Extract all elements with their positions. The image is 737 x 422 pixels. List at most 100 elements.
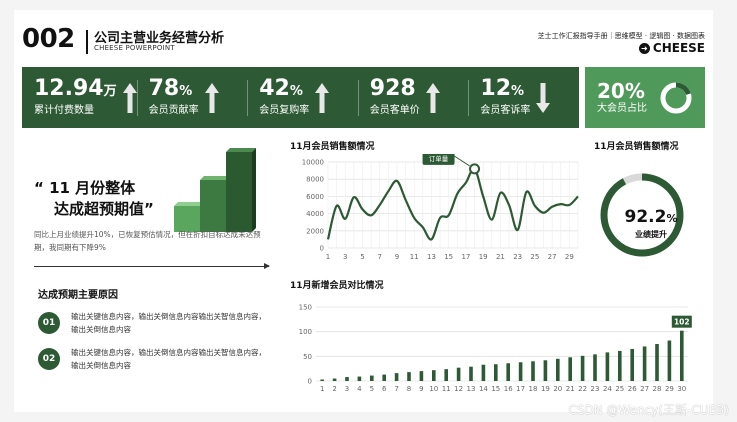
x-tick-label: 6 [382, 385, 387, 393]
kpi-value: 42 [259, 76, 290, 101]
page-subtitle: CHEESE POWERPOINT [94, 44, 175, 52]
data-label: 102 [674, 318, 690, 327]
bar [494, 364, 498, 381]
x-tick-label: 25 [530, 253, 539, 261]
kpi-value: 78 [148, 76, 180, 101]
bar [531, 361, 535, 381]
donut-value: 92.2 [624, 207, 667, 227]
header-right-text: 芝士工作汇报指导手册｜思维模型 · 逻辑图 · 数据图表 [537, 32, 705, 40]
arrow-right-icon [264, 263, 270, 269]
x-tick-label: 16 [504, 385, 513, 393]
bar [593, 354, 597, 381]
x-tick-label: 10 [429, 385, 438, 393]
watermark: CSDN @Wency(王斯-CUEB) [568, 403, 729, 417]
reason-number: 01 [38, 312, 60, 334]
y-tick-label: 2000 [306, 227, 324, 235]
y-tick-label: 150 [299, 304, 312, 312]
bar [320, 379, 324, 381]
header-divider [86, 30, 88, 54]
kpi-unit: 万 [103, 84, 117, 99]
arrow-up-icon [122, 82, 137, 113]
kpi-item: 42% 会员复购率 [247, 76, 358, 120]
x-tick-label: 17 [516, 385, 525, 393]
share-value: 20% [597, 78, 645, 103]
x-tick-label: 27 [548, 253, 557, 261]
kpi-label: 会员客单价 [369, 105, 420, 116]
bar [444, 369, 448, 381]
reasons-title: 达成预期主要原因 [38, 290, 118, 301]
x-tick-label: 13 [467, 385, 476, 393]
x-tick-label: 23 [513, 253, 522, 261]
x-tick-label: 20 [553, 385, 562, 393]
bar [332, 378, 337, 381]
x-tick-label: 5 [360, 253, 364, 261]
x-tick-label: 22 [578, 385, 587, 393]
bar-chart: 1501005001 2 3 4 5 6 7 8 9 10 11 12 13 14 15 16 17 18 19 20… [299, 304, 692, 393]
x-tick-label: 19 [541, 385, 550, 393]
bar [543, 360, 548, 381]
quote-description: 同比上月业绩提升10%，已恢复预估情况，但在折扣目标达成未达预期，我同期有下降9… [34, 230, 261, 252]
bar [680, 330, 684, 381]
bar [568, 357, 572, 381]
bar [667, 340, 672, 381]
growth-bars-illustration [174, 148, 256, 232]
share-ring-icon [660, 82, 692, 114]
bar [481, 364, 486, 381]
bar [580, 355, 585, 381]
x-tick-label: 26 [628, 385, 637, 393]
x-tick-label: 4 [357, 385, 362, 393]
peak-marker [469, 163, 481, 175]
arrow-up-icon [425, 82, 440, 113]
bar [605, 352, 610, 381]
bar [382, 374, 386, 381]
x-tick-label: 5 [370, 385, 374, 393]
bar [394, 373, 399, 381]
x-tick-label: 27 [640, 385, 649, 393]
donut-unit: % [666, 212, 678, 225]
x-tick-label: 12 [454, 385, 463, 393]
kpi-item: 78% 会员贡献率 [136, 76, 248, 120]
bar [345, 377, 349, 381]
y-tick-label: 50 [303, 353, 312, 361]
arrow-up-icon [204, 82, 219, 113]
share-box: 20% 大会员占比 [585, 67, 705, 128]
divider-arrow [34, 266, 269, 267]
donut-sublabel: 业绩提升 [635, 230, 667, 239]
kpi-item: 928 会员客单价 [357, 76, 469, 120]
brand-logo: ➜ CHEESE [638, 41, 705, 55]
line-chart: 10000800060004000200001 3 5 7 9 11 13 15 17 19 21 2… [302, 154, 579, 261]
x-tick-label: 11 [410, 253, 419, 261]
x-tick-label: 11 [442, 385, 451, 393]
y-tick-label: 8000 [306, 176, 324, 184]
x-tick-label: 7 [377, 253, 381, 261]
x-tick-label: 15 [491, 385, 500, 393]
bar-chart-title: 11月新增会员对比情况 [290, 281, 384, 291]
brand-name: CHEESE [652, 41, 705, 55]
x-tick-label: 14 [479, 385, 488, 393]
x-tick-label: 9 [395, 253, 399, 261]
reason-number: 02 [38, 348, 60, 370]
x-tick-label: 3 [345, 385, 349, 393]
x-tick-label: 29 [665, 385, 674, 393]
x-tick-label: 18 [529, 385, 538, 393]
share-label: 大会员占比 [597, 102, 647, 114]
x-tick-label: 19 [479, 253, 488, 261]
kpi-unit: % [179, 84, 193, 99]
x-tick-label: 30 [677, 385, 686, 393]
kpi-value: 928 [369, 76, 416, 101]
x-tick-label: 8 [407, 385, 411, 393]
kpi-label: 会员复购率 [259, 105, 310, 116]
y-tick-label: 0 [308, 378, 312, 386]
donut-title: 11月会员销售额情况 [594, 142, 679, 152]
donut-label: 92.2% 业绩提升 [617, 207, 685, 240]
kpi-unit: % [511, 84, 525, 99]
section-number: 002 [22, 24, 75, 54]
bar [419, 371, 424, 381]
callout-label: 订单量 [429, 154, 449, 163]
x-tick-label: 25 [615, 385, 624, 393]
x-tick-label: 13 [427, 253, 436, 261]
line-chart-title: 11月会员销售额情况 [290, 142, 375, 152]
arrow-circle-icon: ➜ [638, 42, 650, 54]
x-tick-label: 1 [320, 385, 324, 393]
bar [456, 367, 461, 381]
